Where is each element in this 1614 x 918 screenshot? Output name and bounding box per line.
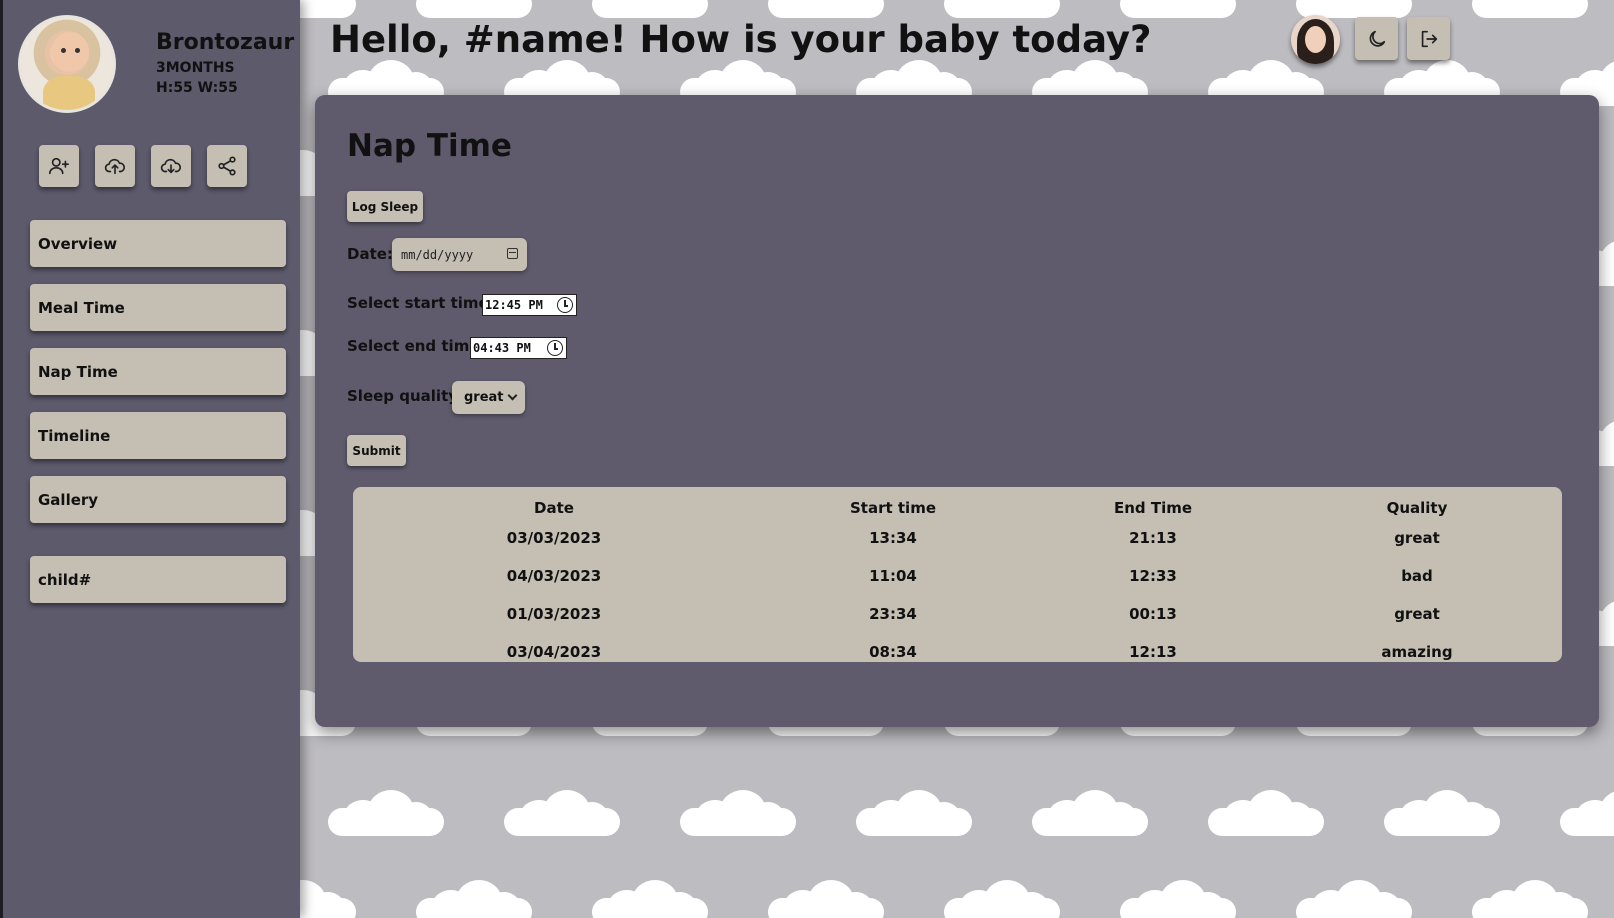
table-cell: 04/03/2023 bbox=[506, 567, 602, 585]
nav-item-overview[interactable]: Overview bbox=[30, 220, 286, 267]
cloud-upload-icon bbox=[104, 158, 125, 175]
greeting-heading: Hello, #name! How is your baby today? bbox=[330, 18, 1152, 61]
sleep-quality-select[interactable]: great bbox=[452, 381, 525, 414]
baby-name: Brontozaur bbox=[156, 30, 295, 55]
start-time-label: Select start time: bbox=[347, 294, 495, 312]
table-cell: 03/04/2023 bbox=[506, 643, 602, 661]
table-cell: 08:34 bbox=[869, 643, 917, 661]
nav-item-nap-time[interactable]: Nap Time bbox=[30, 348, 286, 395]
cloud-decoration bbox=[1120, 0, 1236, 18]
add-child-button[interactable] bbox=[39, 145, 79, 187]
cloud-decoration bbox=[328, 790, 444, 836]
cloud-decoration bbox=[300, 880, 356, 918]
baby-age: 3MONTHS bbox=[156, 60, 235, 76]
cloud-decoration bbox=[300, 0, 356, 18]
start-time-input[interactable]: 12:45 PM bbox=[482, 294, 577, 316]
cloud-decoration bbox=[768, 0, 884, 18]
column-header-quality: Quality bbox=[1386, 499, 1448, 517]
cloud-decoration bbox=[1208, 790, 1324, 836]
log-sleep-button[interactable]: Log Sleep bbox=[347, 191, 423, 222]
baby-profile-photo[interactable] bbox=[18, 15, 116, 113]
logout-button[interactable] bbox=[1407, 17, 1450, 60]
cloud-decoration bbox=[1296, 880, 1412, 918]
sidebar: Brontozaur 3MONTHS H:55 W:55 Overview Me… bbox=[0, 0, 300, 918]
table-cell: bad bbox=[1401, 567, 1433, 585]
nav-item-meal-time[interactable]: Meal Time bbox=[30, 284, 286, 331]
table-cell: amazing bbox=[1381, 643, 1453, 661]
cloud-decoration bbox=[1032, 790, 1148, 836]
table-cell: 21:13 bbox=[1129, 529, 1177, 547]
table-cell: 13:34 bbox=[869, 529, 917, 547]
column-header-date: Date bbox=[534, 499, 574, 517]
cloud-decoration bbox=[1560, 790, 1614, 836]
table-cell: 23:34 bbox=[869, 605, 917, 623]
cloud-decoration bbox=[680, 790, 796, 836]
upload-button[interactable] bbox=[95, 145, 135, 187]
calendar-icon bbox=[507, 248, 518, 259]
theme-toggle-button[interactable] bbox=[1355, 17, 1398, 60]
clock-icon bbox=[547, 340, 563, 356]
baby-measurements: H:55 W:55 bbox=[156, 80, 238, 96]
table-cell: great bbox=[1394, 529, 1440, 547]
page-title: Nap Time bbox=[347, 128, 512, 164]
cloud-decoration bbox=[592, 880, 708, 918]
user-avatar[interactable] bbox=[1291, 15, 1340, 64]
logout-icon bbox=[1421, 30, 1437, 47]
cloud-decoration bbox=[944, 0, 1060, 18]
chevron-down-icon bbox=[507, 390, 518, 401]
submit-button[interactable]: Submit bbox=[347, 435, 406, 466]
nav-item-child[interactable]: child# bbox=[30, 556, 286, 603]
end-time-label: Select end time: bbox=[347, 337, 486, 355]
date-label: Date: bbox=[347, 245, 393, 263]
sleep-log-table: Date Start time End Time Quality 03/03/2… bbox=[353, 487, 1562, 662]
table-cell: 03/03/2023 bbox=[506, 529, 602, 547]
moon-icon bbox=[1369, 30, 1385, 47]
sleep-quality-value: great bbox=[464, 390, 504, 405]
cloud-decoration bbox=[1120, 880, 1236, 918]
cloud-decoration bbox=[1384, 790, 1500, 836]
nap-time-panel: Nap Time Log Sleep Date: mm/dd/yyyy Sele… bbox=[315, 95, 1599, 727]
clock-icon bbox=[557, 297, 573, 313]
cloud-decoration bbox=[416, 880, 532, 918]
table-cell: 12:33 bbox=[1129, 567, 1177, 585]
cloud-decoration bbox=[1472, 880, 1588, 918]
column-header-start-time: Start time bbox=[849, 499, 937, 517]
table-cell: 00:13 bbox=[1129, 605, 1177, 623]
cloud-decoration bbox=[768, 880, 884, 918]
nav-item-gallery[interactable]: Gallery bbox=[30, 476, 286, 523]
cloud-decoration bbox=[856, 790, 972, 836]
download-button[interactable] bbox=[151, 145, 191, 187]
cloud-download-icon bbox=[160, 158, 181, 174]
share-button[interactable] bbox=[207, 145, 247, 187]
end-time-input[interactable]: 04:43 PM bbox=[470, 337, 567, 359]
cloud-decoration bbox=[944, 880, 1060, 918]
table-cell: 01/03/2023 bbox=[506, 605, 602, 623]
cloud-decoration bbox=[1472, 0, 1588, 18]
table-cell: 11:04 bbox=[869, 567, 917, 585]
date-input[interactable]: mm/dd/yyyy bbox=[392, 238, 527, 271]
cloud-decoration bbox=[592, 0, 708, 18]
nav-item-timeline[interactable]: Timeline bbox=[30, 412, 286, 459]
share-icon bbox=[218, 156, 236, 176]
column-header-end-time: End Time bbox=[1113, 499, 1193, 517]
end-time-value: 04:43 PM bbox=[473, 341, 531, 355]
cloud-decoration bbox=[416, 0, 532, 18]
start-time-value: 12:45 PM bbox=[485, 298, 543, 312]
cloud-decoration bbox=[504, 790, 620, 836]
table-cell: 12:13 bbox=[1129, 643, 1177, 661]
add-user-icon bbox=[49, 157, 69, 175]
table-cell: great bbox=[1394, 605, 1440, 623]
sleep-quality-label: Sleep quality: bbox=[347, 387, 465, 405]
date-placeholder: mm/dd/yyyy bbox=[401, 247, 474, 262]
